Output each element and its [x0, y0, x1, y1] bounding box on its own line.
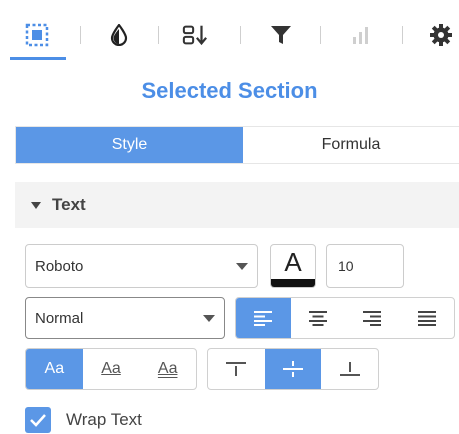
toolbar [0, 0, 459, 62]
text-case-group: Aa Aa Aa [25, 348, 197, 390]
case-plain-button[interactable]: Aa [26, 349, 83, 389]
align-justify-icon [417, 311, 436, 326]
toolbar-separator [320, 26, 321, 44]
bar-chart-icon [348, 22, 374, 48]
valign-middle-button[interactable] [264, 349, 322, 389]
panel-title: Selected Section [141, 78, 318, 103]
text-section-header[interactable]: Text [15, 182, 459, 228]
font-weight-value: Normal [35, 309, 84, 327]
toolbar-separator [240, 26, 241, 44]
valign-bottom-button[interactable] [321, 349, 378, 389]
align-center-button[interactable] [291, 298, 346, 338]
font-weight-select[interactable]: Normal [25, 297, 225, 339]
align-right-icon [363, 311, 382, 326]
font-color-letter: A [284, 247, 302, 277]
style-formula-tabs: Style Formula [15, 126, 459, 164]
tab-formula[interactable]: Formula [243, 127, 459, 163]
caret-down-icon [31, 201, 41, 209]
toolbar-separator [402, 26, 403, 44]
toolbar-separator [158, 26, 159, 44]
valign-bottom-icon [339, 362, 360, 376]
fill-drop-icon[interactable] [106, 22, 132, 48]
section-label: Text [52, 195, 86, 214]
align-right-button[interactable] [345, 298, 400, 338]
dropdown-arrow-icon [203, 314, 215, 322]
valign-top-button[interactable] [208, 349, 265, 389]
filter-icon[interactable] [268, 22, 294, 48]
case-underline-button[interactable]: Aa [83, 349, 140, 389]
case-double-underline-button[interactable]: Aa [139, 349, 196, 389]
align-left-button[interactable] [236, 298, 291, 338]
gear-icon[interactable] [428, 22, 454, 48]
tab-style[interactable]: Style [16, 127, 243, 163]
dropdown-arrow-icon [236, 262, 248, 270]
align-center-icon [308, 311, 327, 326]
vertical-alignment-group [207, 348, 379, 390]
valign-middle-icon [283, 361, 303, 377]
selection-icon[interactable] [24, 22, 50, 48]
font-size-input[interactable]: 10 [326, 244, 404, 288]
align-justify-button[interactable] [400, 298, 455, 338]
sort-icon[interactable] [182, 22, 208, 48]
toolbar-separator [80, 26, 81, 44]
valign-top-icon [226, 362, 247, 376]
font-family-value: Roboto [35, 257, 84, 275]
font-color-swatch [271, 279, 315, 287]
font-color-button[interactable]: A [270, 244, 316, 288]
checkmark-icon [30, 414, 46, 427]
active-tool-indicator [10, 57, 66, 60]
horizontal-alignment-group [235, 297, 455, 339]
font-family-select[interactable]: Roboto [25, 244, 258, 288]
wrap-text-checkbox[interactable] [25, 407, 51, 433]
wrap-text-label[interactable]: Wrap Text [66, 410, 142, 430]
align-left-icon [254, 311, 273, 326]
